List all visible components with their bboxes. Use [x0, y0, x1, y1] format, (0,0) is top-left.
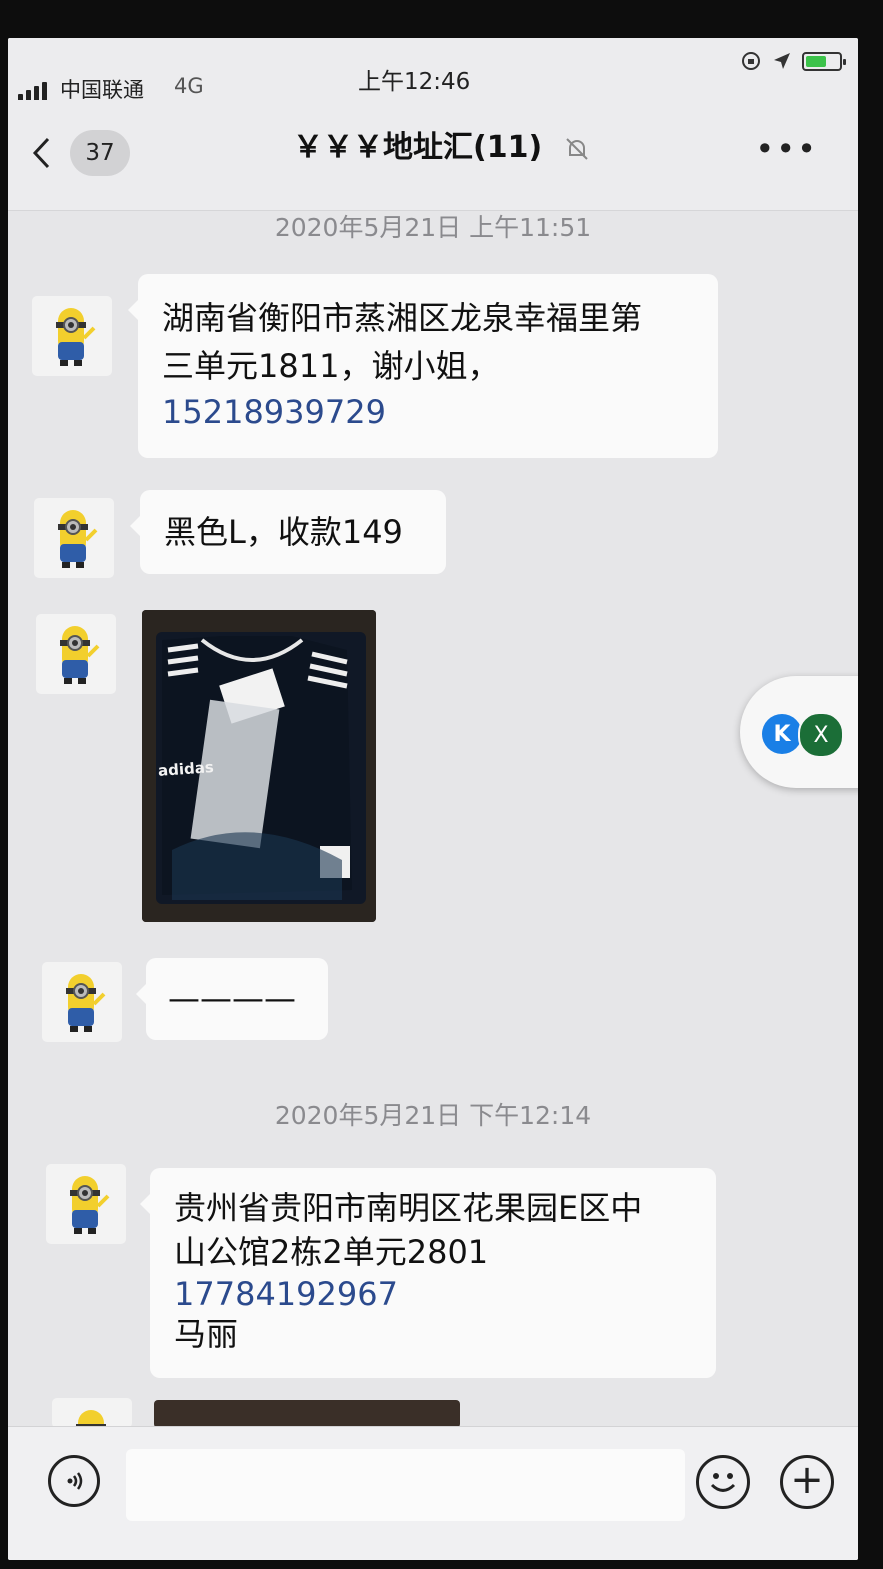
image-message[interactable]: adidas: [142, 610, 376, 922]
message-text: 贵州省贵阳市南明区花果园E区中: [174, 1189, 643, 1227]
avatar[interactable]: [34, 498, 114, 578]
message-timestamp: 2020年5月21日 上午11:51: [274, 213, 592, 242]
message-bubble[interactable]: 黑色L，收款149: [130, 490, 446, 574]
emoji-icon[interactable]: [696, 1455, 750, 1509]
avatar[interactable]: [52, 1398, 132, 1428]
back-chevron-icon[interactable]: [30, 136, 52, 170]
avatar[interactable]: [32, 296, 112, 376]
status-time: 上午12:46: [358, 69, 471, 95]
minion-avatar-icon: [58, 510, 98, 568]
phone-link[interactable]: 17784192967: [174, 1274, 692, 1314]
phone-link[interactable]: 15218939729: [162, 390, 694, 434]
nav-bar: 37 ￥￥￥地址汇(11) •••: [8, 100, 858, 211]
message-timestamp: 2020年5月21日 下午12:14: [274, 1101, 592, 1130]
chat-title: ￥￥￥地址汇(11): [293, 130, 543, 165]
message-text: 湖南省衡阳市蒸湘区龙泉幸福里第: [162, 299, 643, 337]
minion-avatar-icon: [70, 1176, 110, 1234]
message-input[interactable]: [126, 1449, 685, 1521]
avatar[interactable]: [42, 962, 122, 1042]
input-bar: +: [8, 1426, 858, 1560]
message-bubble[interactable]: 湖南省衡阳市蒸湘区龙泉幸福里第 三单元1811，谢小姐， 15218939729: [128, 274, 718, 458]
message-text: 三单元1811，谢小姐，: [162, 347, 500, 385]
avatar[interactable]: [36, 614, 116, 694]
minion-avatar-icon: [76, 1410, 106, 1428]
voice-icon[interactable]: [48, 1455, 100, 1507]
more-icon[interactable]: •••: [755, 130, 818, 168]
message-text: ————: [168, 979, 296, 1017]
message-text: 黑色L，收款149: [164, 513, 403, 551]
plus-icon[interactable]: +: [780, 1455, 834, 1509]
image-message[interactable]: [154, 1400, 460, 1428]
floating-shortcut[interactable]: K X: [740, 676, 858, 788]
mute-bell-icon: [566, 138, 588, 160]
status-bar: 中国联通 4G 上午12:46: [8, 38, 858, 102]
minion-avatar-icon: [56, 308, 96, 366]
location-icon: [774, 53, 790, 69]
unread-count-badge[interactable]: 37: [70, 130, 130, 176]
message-bubble[interactable]: ————: [136, 958, 328, 1040]
message-bubble[interactable]: 贵州省贵阳市南明区花果园E区中 山公馆2栋2单元2801 17784192967…: [140, 1168, 716, 1378]
k-app-icon[interactable]: K: [762, 714, 802, 754]
minion-avatar-icon: [66, 974, 106, 1032]
message-text: 山公馆2栋2单元2801: [174, 1233, 489, 1271]
avatar[interactable]: [46, 1164, 126, 1244]
network-label: 4G: [174, 74, 204, 98]
rotation-lock-icon: [742, 52, 760, 70]
signal-icon: [18, 82, 47, 102]
sound-waves-icon: [67, 1472, 83, 1490]
x-app-icon[interactable]: X: [798, 712, 844, 758]
smiley-face-icon: [710, 1473, 736, 1492]
minion-avatar-icon: [60, 626, 100, 684]
chat-screen: 中国联通 4G 上午12:46 37 ￥￥￥地址汇(11) ••• 2020年5…: [8, 38, 858, 1560]
message-text: 马丽: [174, 1315, 239, 1353]
battery-icon: [802, 51, 846, 71]
